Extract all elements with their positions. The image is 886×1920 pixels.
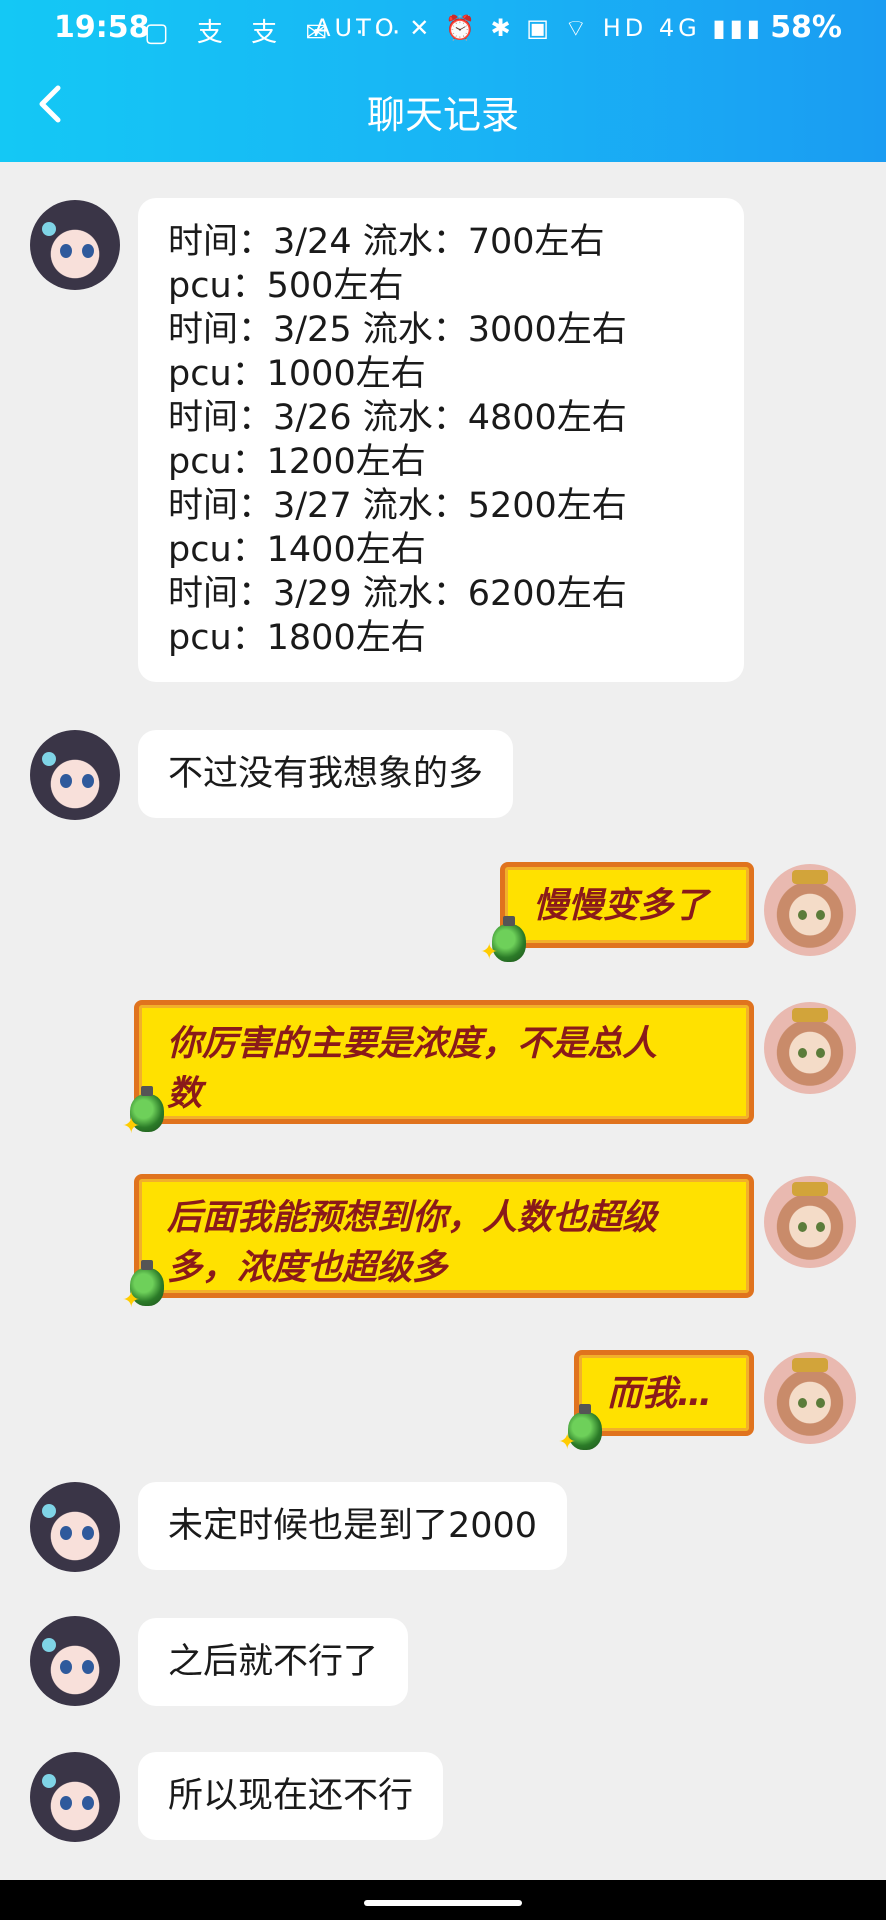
- message-line: pcu：1000左右: [168, 354, 426, 394]
- spark-icon: ✦: [122, 1288, 141, 1313]
- message-line: 而我…: [607, 1374, 713, 1414]
- avatar-eye: [82, 244, 94, 258]
- header-bar: 19:58 ▢ 支 支 ✉ ··· AUTO ✕ ⏰ ✱ ▣ ⌔ HD 4G ▮…: [0, 0, 886, 162]
- message-line: 你厉害的主要是浓度，不是总人: [167, 1024, 658, 1064]
- avatar-eye: [60, 774, 72, 788]
- message-line: 数: [167, 1074, 203, 1114]
- message-line: 后面我能预想到你，人数也超级: [167, 1198, 658, 1238]
- crown-icon: [792, 1182, 828, 1196]
- avatar[interactable]: [30, 1482, 120, 1572]
- avatar-eye: [816, 1222, 825, 1232]
- message-line: pcu：1200左右: [168, 442, 426, 482]
- avatar[interactable]: [30, 200, 120, 290]
- message-bubble-sticker[interactable]: 后面我能预想到你，人数也超级 多，浓度也超级多: [134, 1174, 754, 1298]
- avatar-eye: [816, 1048, 825, 1058]
- message-line: 时间：3/26 流水：4800左右: [168, 398, 627, 438]
- message-bubble[interactable]: 不过没有我想象的多: [138, 730, 514, 818]
- message-line: 时间：3/24 流水：700左右: [168, 222, 605, 262]
- message-bubble[interactable]: 未定时候也是到了2000: [138, 1482, 568, 1570]
- avatar-eye: [82, 1526, 94, 1540]
- avatar-eye: [82, 774, 94, 788]
- avatar-eye: [60, 1660, 72, 1674]
- hair-flower-icon: [42, 1504, 56, 1518]
- crown-icon: [792, 870, 828, 884]
- avatar[interactable]: [30, 1616, 120, 1706]
- page-title: 聊天记录: [366, 93, 519, 137]
- home-indicator[interactable]: [364, 1900, 522, 1906]
- avatar-eye: [60, 244, 72, 258]
- crown-icon: [792, 1008, 828, 1022]
- battery-level: 58%: [770, 10, 842, 45]
- message-bubble[interactable]: 所以现在还不行: [138, 1752, 444, 1840]
- message-line: pcu：500左右: [168, 266, 404, 306]
- avatar[interactable]: [30, 730, 120, 820]
- message-bubble[interactable]: 之后就不行了: [138, 1618, 409, 1706]
- hair-flower-icon: [42, 752, 56, 766]
- message-line: pcu：1800左右: [168, 618, 426, 658]
- avatar-eye: [82, 1660, 94, 1674]
- avatar-eye: [60, 1796, 72, 1810]
- spark-icon: ✦: [480, 940, 499, 965]
- avatar-eye: [798, 1222, 807, 1232]
- avatar[interactable]: [30, 1752, 120, 1842]
- message-line: 慢慢变多了: [533, 886, 709, 926]
- message-text: 不过没有我想象的多: [168, 754, 484, 794]
- message-text: 所以现在还不行: [168, 1776, 414, 1816]
- message-bubble-sticker[interactable]: 你厉害的主要是浓度，不是总人 数: [134, 1000, 754, 1124]
- spark-icon: ✦: [122, 1114, 141, 1139]
- avatar-eye: [798, 1048, 807, 1058]
- avatar-eye: [798, 910, 807, 920]
- crown-icon: [792, 1358, 828, 1372]
- message-text: 之后就不行了: [168, 1642, 379, 1682]
- hair-flower-icon: [42, 222, 56, 236]
- message-line: 时间：3/27 流水：5200左右: [168, 486, 627, 526]
- avatar-eye: [82, 1796, 94, 1810]
- message-line: pcu：1400左右: [168, 530, 426, 570]
- message-bubble[interactable]: 时间：3/24 流水：700左右 pcu：500左右 时间：3/25 流水：30…: [138, 198, 744, 682]
- message-bubble-sticker[interactable]: 慢慢变多了: [500, 862, 754, 948]
- avatar-eye: [60, 1526, 72, 1540]
- status-right-icons: AUTO ✕ ⏰ ✱ ▣ ⌔ HD 4G ▮▮▮: [314, 14, 764, 42]
- avatar-eye: [816, 910, 825, 920]
- message-line: 多，浓度也超级多: [167, 1248, 448, 1288]
- spark-icon: ✦: [558, 1430, 577, 1455]
- hair-flower-icon: [42, 1774, 56, 1788]
- status-time: 19:58: [54, 10, 150, 45]
- chat-history[interactable]: 时间：3/24 流水：700左右 pcu：500左右 时间：3/25 流水：30…: [0, 162, 886, 1880]
- avatar[interactable]: [764, 864, 856, 956]
- avatar[interactable]: [764, 1002, 856, 1094]
- message-line: 时间：3/25 流水：3000左右: [168, 310, 627, 350]
- avatar-eye: [816, 1398, 825, 1408]
- hair-flower-icon: [42, 1638, 56, 1652]
- avatar[interactable]: [764, 1176, 856, 1268]
- avatar[interactable]: [764, 1352, 856, 1444]
- message-line: 时间：3/29 流水：6200左右: [168, 574, 627, 614]
- status-bar: 19:58 ▢ 支 支 ✉ ··· AUTO ✕ ⏰ ✱ ▣ ⌔ HD 4G ▮…: [0, 0, 886, 58]
- avatar-eye: [798, 1398, 807, 1408]
- message-text: 未定时候也是到了2000: [168, 1506, 538, 1546]
